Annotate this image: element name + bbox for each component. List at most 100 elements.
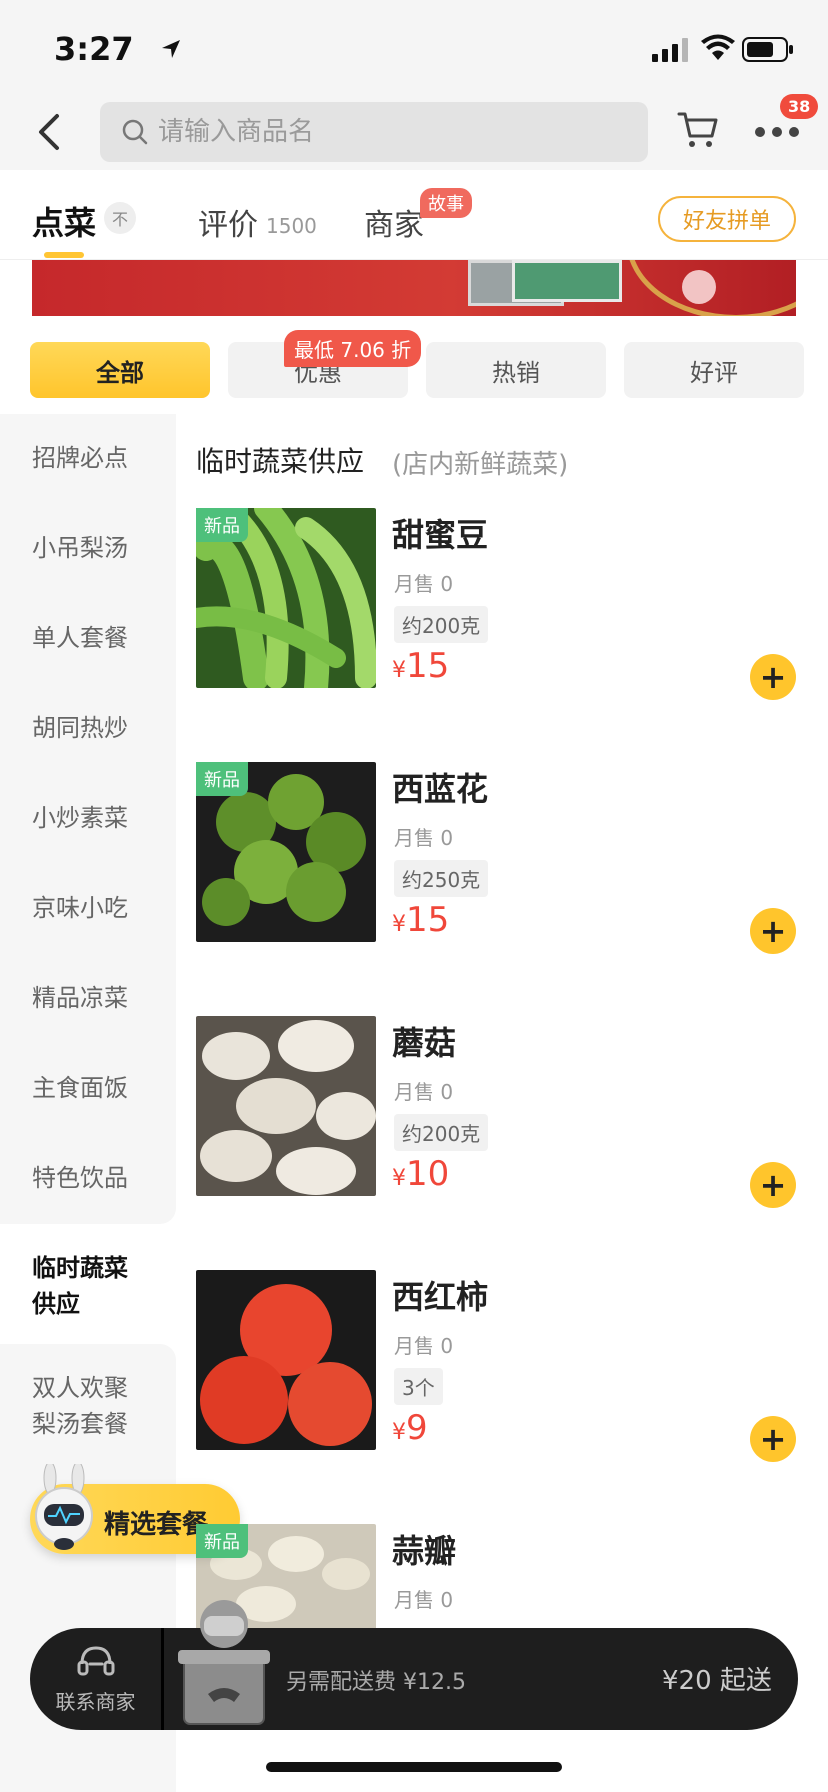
sidebar-item-temp-veg[interactable]: 临时蔬菜 供应 xyxy=(32,1250,162,1322)
sidebar-item-pear-soup[interactable]: 小吊梨汤 xyxy=(32,530,162,566)
home-indicator xyxy=(266,1762,562,1772)
menu-item[interactable]: 新品 蒜瓣 月售 0 xyxy=(196,1524,808,1644)
item-price: ¥15 xyxy=(392,646,449,686)
section-subtitle: (店内新鲜蔬菜) xyxy=(392,450,569,480)
price-value: 15 xyxy=(406,646,450,686)
currency-symbol: ¥ xyxy=(392,1166,406,1191)
menu-item[interactable]: 蘑菇 月售 0 约200克 ¥10 + xyxy=(196,1016,808,1208)
currency-symbol: ¥ xyxy=(392,658,406,683)
promo-banner[interactable] xyxy=(32,260,796,316)
add-to-cart-button[interactable]: + xyxy=(750,654,796,700)
sidebar-item-double-set[interactable]: 双人欢聚 梨汤套餐 xyxy=(32,1370,162,1442)
new-tag: 新品 xyxy=(196,762,248,796)
filter-chips: 全部 优惠 热销 好评 最低 7.06 折 xyxy=(0,318,828,414)
sidebar-item-drinks[interactable]: 特色饮品 xyxy=(32,1160,162,1196)
plus-icon: + xyxy=(759,1166,787,1204)
sidebar-item-snacks[interactable]: 京味小吃 xyxy=(32,890,162,926)
discount-badge: 最低 7.06 折 xyxy=(284,330,422,367)
item-price: ¥10 xyxy=(392,1154,449,1194)
back-button[interactable] xyxy=(28,108,70,156)
product-image-tomato xyxy=(196,1270,376,1450)
search-bar[interactable] xyxy=(100,102,648,162)
price-value: 10 xyxy=(406,1154,450,1194)
search-icon xyxy=(122,119,148,145)
add-to-cart-button[interactable]: + xyxy=(750,1162,796,1208)
location-arrow-icon xyxy=(162,40,180,58)
item-sales: 月售 0 xyxy=(394,1588,454,1612)
currency-symbol: ¥ xyxy=(392,912,406,937)
wifi-icon xyxy=(701,34,735,60)
item-sales: 月售 0 xyxy=(394,1080,454,1104)
item-sales: 月售 0 xyxy=(394,826,454,850)
contact-merchant-button[interactable]: 联系商家 xyxy=(30,1628,164,1730)
group-order-button[interactable]: 好友拼单 xyxy=(658,196,796,242)
menu-item[interactable]: 西红柿 月售 0 3个 ¥9 + xyxy=(196,1270,808,1462)
price-value: 9 xyxy=(406,1408,428,1448)
item-name: 蒜瓣 xyxy=(392,1532,457,1570)
promo-banner-wrap xyxy=(0,260,828,318)
menu-item[interactable]: 新品 西蓝花 月售 0 约250克 ¥15 + xyxy=(196,762,808,954)
item-name: 西蓝花 xyxy=(392,770,489,808)
chip-all[interactable]: 全部 xyxy=(30,342,210,398)
chip-top-rated[interactable]: 好评 xyxy=(624,342,804,398)
item-name: 甜蜜豆 xyxy=(392,516,489,554)
sidebar-item-stir-fry[interactable]: 胡同热炒 xyxy=(32,710,162,746)
new-tag: 新品 xyxy=(196,508,248,542)
item-name: 西红柿 xyxy=(392,1278,489,1316)
item-price: ¥15 xyxy=(392,900,449,940)
plus-icon: + xyxy=(759,912,787,950)
price-value: 15 xyxy=(406,900,450,940)
product-image-mushroom xyxy=(196,1016,376,1196)
shop-tabs: 点菜 不 评价 1500 商家 故事 好友拼单 xyxy=(0,170,828,260)
add-to-cart-button[interactable]: + xyxy=(750,908,796,954)
combo-label: 精选套餐 xyxy=(104,1510,209,1540)
more-dots-icon[interactable] xyxy=(752,120,802,144)
currency-symbol: ¥ xyxy=(392,1420,406,1445)
notification-badge: 38 xyxy=(780,94,819,119)
active-tab-indicator xyxy=(44,252,84,258)
battery-icon xyxy=(742,37,793,62)
top-nav: 38 xyxy=(0,92,828,170)
plus-icon: + xyxy=(759,1420,787,1458)
sidebar-item-staples[interactable]: 主食面饭 xyxy=(32,1070,162,1106)
banner-panel xyxy=(512,260,622,302)
item-spec: 约250克 xyxy=(394,860,489,897)
item-name: 蘑菇 xyxy=(392,1024,457,1062)
chevron-left-icon xyxy=(39,114,59,150)
add-to-cart-button[interactable]: + xyxy=(750,1416,796,1462)
item-spec: 约200克 xyxy=(394,1114,489,1151)
review-count: 1500 xyxy=(266,214,317,238)
chip-hot[interactable]: 热销 xyxy=(426,342,606,398)
menu-item[interactable]: 新品 甜蜜豆 月售 0 约200克 ¥15 + xyxy=(196,508,808,700)
section-title: 临时蔬菜供应 xyxy=(196,445,365,478)
item-spec: 3个 xyxy=(394,1368,443,1405)
search-input[interactable] xyxy=(158,117,558,147)
item-spec: 约200克 xyxy=(394,606,489,643)
contact-label: 联系商家 xyxy=(55,1689,136,1714)
delivery-fee: 另需配送费 ¥12.5 xyxy=(286,1670,466,1695)
tab-reviews[interactable]: 评价 xyxy=(198,200,258,244)
status-bar: 3:27 xyxy=(0,0,828,92)
item-sales: 月售 0 xyxy=(394,572,454,596)
sidebar-item-cold-dishes[interactable]: 精品凉菜 xyxy=(32,980,162,1016)
courier-box-icon xyxy=(178,1600,270,1725)
sidebar-item-signature[interactable]: 招牌必点 xyxy=(32,440,162,476)
flower-icon xyxy=(682,270,716,304)
tab-merchant[interactable]: 商家 xyxy=(364,200,424,244)
item-sales: 月售 0 xyxy=(394,1334,454,1358)
tab-order[interactable]: 点菜 xyxy=(32,198,96,244)
status-time: 3:27 xyxy=(54,30,134,68)
cart-icon[interactable] xyxy=(676,108,720,152)
new-tag: 新品 xyxy=(196,1524,248,1558)
cart-bar: 联系商家 另需配送费 ¥12.5 ¥20 起送 xyxy=(30,1600,798,1730)
sidebar-item-single-set[interactable]: 单人套餐 xyxy=(32,620,162,656)
min-order-amount: ¥20 起送 xyxy=(662,1666,772,1696)
collapse-icon[interactable]: 不 xyxy=(104,202,136,234)
item-price: ¥9 xyxy=(392,1408,428,1448)
sidebar-item-veg-dishes[interactable]: 小炒素菜 xyxy=(32,800,162,836)
story-badge: 故事 xyxy=(420,188,472,218)
plus-icon: + xyxy=(759,658,787,696)
signal-icon xyxy=(652,38,688,62)
category-sidebar: 招牌必点 小吊梨汤 单人套餐 胡同热炒 小炒素菜 京味小吃 精品凉菜 主食面饭 … xyxy=(0,414,176,1792)
robot-mascot-icon xyxy=(35,1464,93,1550)
